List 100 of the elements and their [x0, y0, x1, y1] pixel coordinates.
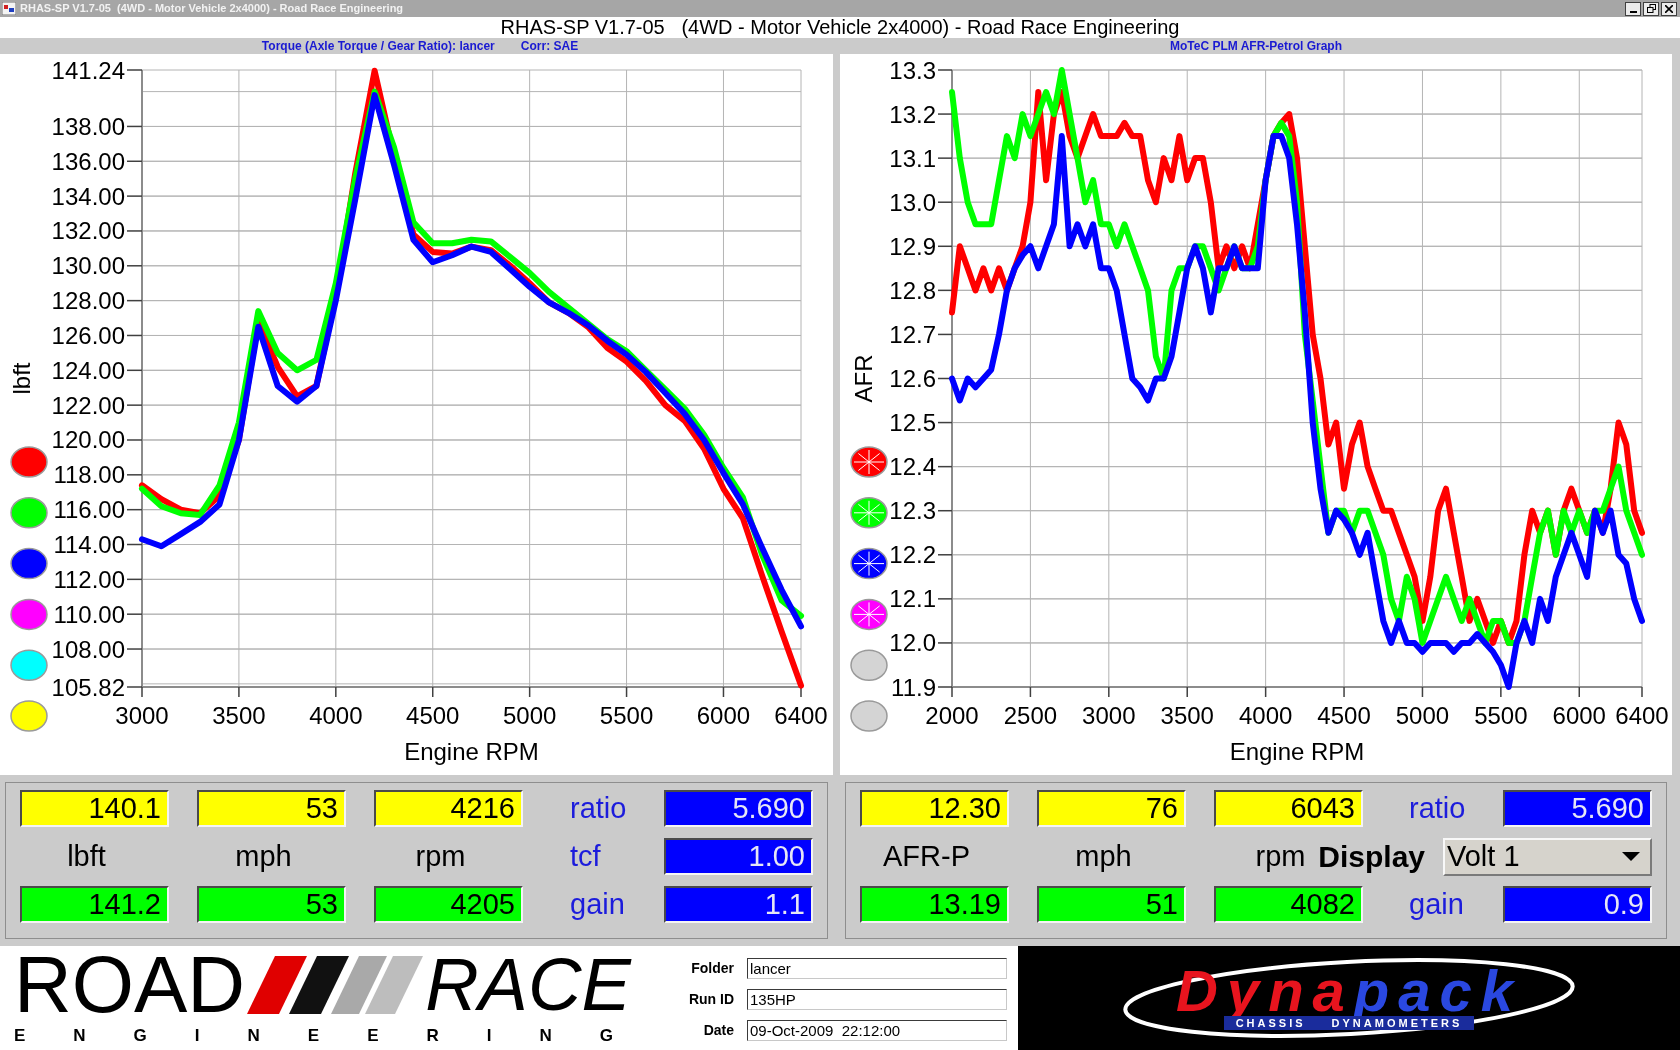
readout-field: 13.19	[860, 886, 1009, 923]
tick-label: 3000	[115, 702, 169, 729]
field-label: Date	[703, 1021, 734, 1040]
tagline-text: CHASSIS	[1235, 1016, 1306, 1030]
tick-label: 6400	[1615, 702, 1669, 729]
field-label: Run ID	[688, 990, 734, 1009]
unit-label: mph	[1075, 840, 1132, 873]
setting-label: gain	[570, 888, 625, 921]
setting-value-field[interactable]: 5.690	[1503, 790, 1652, 827]
app-icon	[2, 2, 16, 15]
tick-label: 132.00	[51, 217, 125, 245]
tick-label: 2500	[1003, 702, 1058, 729]
setting-value-field[interactable]: 1.1	[664, 886, 813, 923]
tick-label: 141.24	[51, 56, 125, 84]
series-swatch-icon[interactable]	[10, 649, 48, 681]
tick-label: 6000	[696, 702, 751, 729]
window-title: RHAS-SP V1.7-05 (4WD - Motor Vehicle 2x4000) - Road Race Engineering	[20, 1, 404, 17]
tick-label: 3500	[1160, 702, 1214, 729]
tick-label: 12.4	[889, 453, 936, 481]
display-label: Display	[1318, 840, 1425, 873]
tick-label: 4500	[406, 702, 460, 729]
tick-label: 3500	[212, 702, 266, 729]
tick-label: 12.0	[889, 629, 936, 657]
close-button[interactable]	[1661, 1, 1677, 16]
tick-label: 5000	[502, 702, 557, 729]
readout-field: 4082	[1214, 886, 1363, 923]
tick-label: 4000	[309, 702, 363, 729]
setting-value-field[interactable]: 0.9	[1503, 886, 1652, 923]
minimize-icon	[1629, 10, 1637, 13]
logo-word: RACE	[425, 954, 631, 1016]
tick-label: 3000	[1082, 702, 1136, 729]
series-swatch-icon[interactable]	[10, 497, 48, 529]
readout-field: 53	[197, 790, 346, 827]
restore-icon	[1646, 4, 1656, 13]
tick-label: 5500	[1474, 702, 1528, 729]
chart-title: MoTeC PLM AFR-Petrol Graph	[1170, 39, 1342, 53]
spoked-swatch-icon[interactable]	[850, 497, 888, 529]
restore-button[interactable]	[1643, 1, 1659, 16]
tick-label: 5000	[1395, 702, 1450, 729]
unit-label: lbft	[67, 840, 106, 873]
input-field[interactable]: 135HP	[747, 989, 1007, 1010]
setting-value-field[interactable]: 5.690	[664, 790, 813, 827]
readout-field: 141.2	[20, 886, 169, 923]
readout-field: 76	[1037, 790, 1186, 827]
tick-label: 12.7	[889, 320, 936, 348]
axis-title: AFR	[850, 354, 877, 403]
series-swatch-icon[interactable]	[10, 547, 48, 580]
tick-label: 126.00	[51, 321, 125, 349]
setting-label: tcf	[570, 840, 601, 873]
minimize-button[interactable]	[1625, 1, 1641, 16]
series-swatch-icon[interactable]	[850, 649, 888, 681]
tick-label: 13.0	[889, 188, 936, 216]
tick-label: 134.00	[51, 182, 125, 210]
tick-label: 116.00	[53, 496, 125, 524]
spoked-swatch-icon[interactable]	[850, 547, 888, 580]
spoked-swatch-icon[interactable]	[850, 446, 888, 478]
tick-label: 13.3	[889, 56, 936, 84]
input-field[interactable]: lancer	[747, 958, 1007, 979]
logo-word: ROAD	[14, 954, 246, 1016]
tick-label: 12.8	[889, 276, 936, 304]
tick-label: 12.3	[889, 497, 936, 525]
tick-label: 118.00	[53, 461, 125, 489]
series-swatch-icon[interactable]	[10, 446, 48, 478]
close-icon	[1665, 4, 1673, 13]
tick-label: 138.00	[51, 112, 125, 140]
tagline-text: DYNAMOMETERS	[1331, 1016, 1463, 1030]
brand-wordmark: Dynapack	[1176, 966, 1522, 1016]
setting-label: gain	[1409, 888, 1464, 921]
tick-label: 13.1	[889, 144, 936, 172]
unit-label: AFR-P	[883, 840, 970, 873]
setting-label: ratio	[1409, 792, 1466, 825]
tick-label: 124.00	[51, 356, 125, 384]
logo-tagline: ENGINEERING	[14, 1026, 662, 1046]
series-swatch-icon[interactable]	[850, 700, 888, 732]
chart-title: Torque (Axle Torque / Gear Ratio): lancer	[261, 39, 495, 53]
tick-label: 112.00	[53, 565, 125, 593]
caret-icon	[1622, 852, 1640, 861]
input-field[interactable]: 09-Oct-2009 22:12:00	[747, 1020, 1007, 1041]
tick-label: 6400	[774, 702, 828, 729]
tick-label: 2000	[925, 702, 979, 729]
tick-label: 114.00	[53, 531, 125, 558]
tick-label: 5500	[599, 702, 654, 729]
tick-label: 11.9	[891, 673, 936, 701]
unit-label: rpm	[415, 840, 466, 873]
field-label: Folder	[691, 959, 734, 978]
tick-label: 130.00	[51, 252, 125, 280]
tick-label: 108.00	[51, 635, 125, 663]
setting-value-field[interactable]: 1.00	[664, 838, 813, 875]
tick-label: 136.00	[51, 147, 125, 175]
display-dropdown[interactable]: Volt 1	[1443, 837, 1652, 876]
series-swatch-icon[interactable]	[10, 598, 48, 631]
correction-label: Corr: SAE	[520, 39, 579, 53]
axis-title: lbft	[8, 362, 35, 395]
series-swatch-icon[interactable]	[10, 700, 48, 732]
spoked-swatch-icon[interactable]	[850, 598, 888, 631]
unit-label: mph	[235, 840, 292, 873]
readout-field: 140.1	[20, 790, 169, 827]
tick-label: 12.5	[889, 409, 936, 437]
tick-label: 4000	[1238, 702, 1293, 729]
readout-field: 12.30	[860, 790, 1009, 827]
